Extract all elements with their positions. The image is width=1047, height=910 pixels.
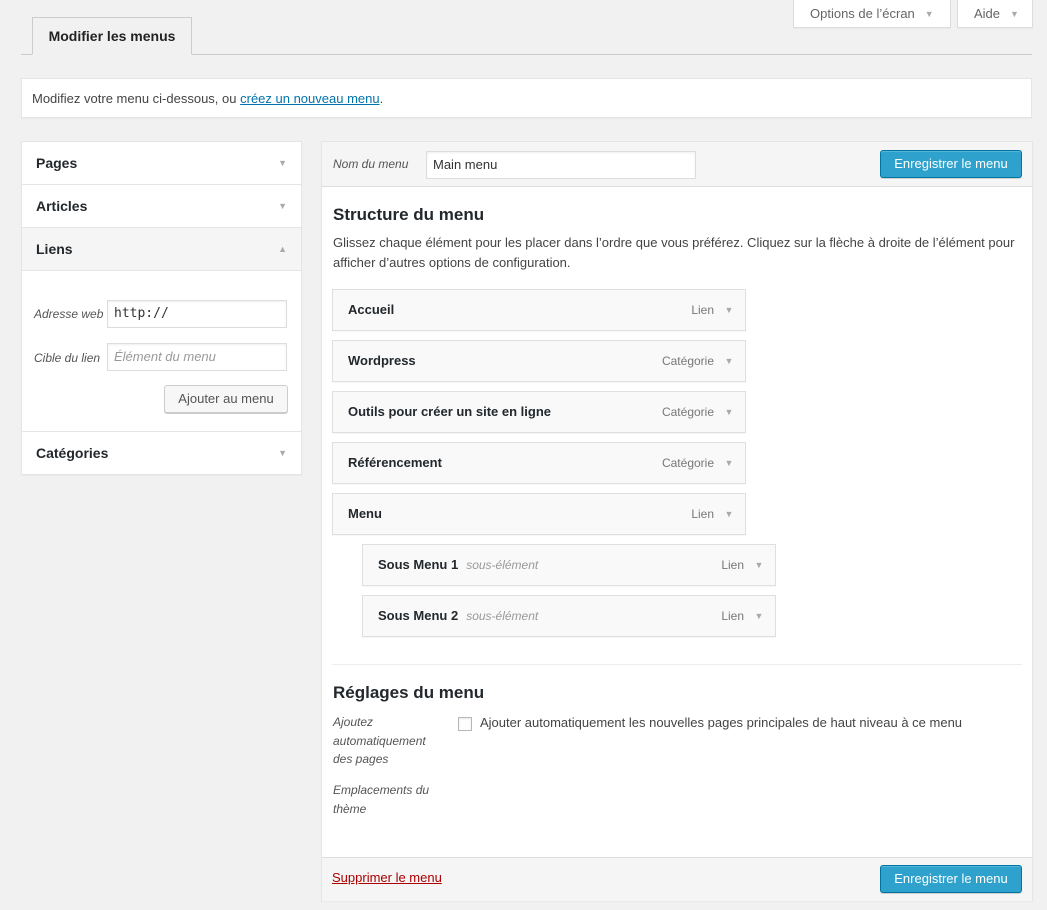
notice-end: . [379, 91, 384, 106]
menu-item[interactable]: Sous Menu 1 sous-élément Lien ▼ [362, 544, 776, 586]
menu-item-title: Wordpress [348, 341, 416, 381]
triangle-up-icon: ▲ [278, 244, 287, 254]
url-input[interactable]: http:// [107, 300, 287, 328]
menu-editor-panel: Nom du menu Main menu Enregistrer le men… [321, 141, 1033, 901]
help-button[interactable]: Aide ▼ [957, 0, 1033, 28]
auto-add-checkbox[interactable] [458, 717, 472, 731]
delete-menu-link[interactable]: Supprimer le menu [332, 870, 442, 885]
menu-item-type: Catégorie [661, 354, 714, 368]
menu-item[interactable]: Menu Lien ▼ [332, 493, 746, 535]
menu-item-title-text: Wordpress [348, 353, 416, 368]
triangle-down-icon: ▼ [278, 158, 287, 168]
accordion-categories[interactable]: Catégories ▼ [22, 432, 301, 475]
tab-label: Modifier les menus [48, 28, 176, 44]
menu-item[interactable]: Sous Menu 2 sous-élément Lien ▼ [362, 595, 776, 637]
menu-item-type: Lien [691, 507, 714, 521]
caret-down-icon: ▼ [1010, 9, 1019, 19]
link-text-input[interactable]: Élément du menu [107, 343, 287, 371]
accordion-pages-label: Pages [36, 155, 78, 171]
structure-title: Structure du menu [333, 205, 485, 224]
menu-item-type: Lien [721, 609, 744, 623]
menu-item-title-text: Sous Menu 2 [378, 608, 459, 623]
menu-item-title: Sous Menu 1 sous-élément [378, 545, 538, 585]
expand-arrow-icon[interactable]: ▼ [721, 290, 737, 330]
expand-arrow-icon[interactable]: ▼ [721, 341, 737, 381]
menu-item[interactable]: Référencement Catégorie ▼ [332, 442, 746, 484]
accordion-articles-label: Articles [36, 198, 88, 214]
menu-item-title: Sous Menu 2 sous-élément [378, 596, 538, 636]
tab-edit-menus[interactable]: Modifier les menus [32, 17, 192, 55]
notice-bar: Modifiez votre menu ci-dessous, ou créez… [21, 78, 1032, 118]
accordion-pages[interactable]: Pages ▼ [22, 142, 301, 185]
menu-item-type: Catégorie [661, 456, 714, 470]
auto-add-checkbox-label[interactable]: Ajouter automatiquement les nouvelles pa… [480, 713, 962, 733]
accordion-links[interactable]: Liens ▲ [22, 228, 301, 271]
menu-item-title-text: Sous Menu 1 [378, 557, 459, 572]
expand-arrow-icon[interactable]: ▼ [721, 443, 737, 483]
triangle-down-icon: ▼ [278, 201, 287, 211]
menu-item-type: Lien [721, 558, 744, 572]
url-label: Adresse web [34, 307, 104, 321]
expand-arrow-icon[interactable]: ▼ [721, 392, 737, 432]
link-target-label: Cible du lien [34, 351, 101, 365]
add-to-menu-button[interactable]: Ajouter au menu [164, 385, 288, 413]
menu-item-title: Référencement [348, 443, 442, 483]
menu-header: Nom du menu Main menu Enregistrer le men… [322, 142, 1032, 187]
menu-item-type: Catégorie [661, 405, 714, 419]
menu-item[interactable]: Wordpress Catégorie ▼ [332, 340, 746, 382]
sub-item-label: sous-élément [466, 558, 539, 572]
menu-item-type: Lien [691, 303, 714, 317]
theme-locations-label: Emplacements du thème [333, 783, 430, 816]
menu-item-title-text: Outils pour créer un site en ligne [348, 404, 551, 419]
menu-item[interactable]: Accueil Lien ▼ [332, 289, 746, 331]
help-label: Aide [974, 6, 1001, 21]
save-menu-button-bottom[interactable]: Enregistrer le menu [880, 865, 1022, 893]
save-menu-button-top[interactable]: Enregistrer le menu [880, 150, 1022, 178]
menu-item-title: Menu [348, 494, 382, 534]
accordion-categories-label: Catégories [36, 445, 109, 461]
sub-item-label: sous-élément [466, 609, 539, 623]
menu-item-title: Accueil [348, 290, 394, 330]
menu-item-title-text: Accueil [348, 302, 395, 317]
menu-footer: Supprimer le menu Enregistrer le menu [322, 857, 1032, 901]
menu-name-input[interactable]: Main menu [426, 151, 696, 179]
screen-options-button[interactable]: Options de l’écran ▼ [793, 0, 951, 28]
expand-arrow-icon[interactable]: ▼ [751, 545, 767, 585]
triangle-down-icon: ▼ [278, 448, 287, 458]
accordion-articles[interactable]: Articles ▼ [22, 185, 301, 228]
notice-text: Modifiez votre menu ci-dessous, ou [32, 91, 241, 106]
links-panel: Adresse web http:// Cible du lien Élémen… [22, 271, 301, 432]
menu-item[interactable]: Outils pour créer un site en ligne Catégo… [332, 391, 746, 433]
menu-item-title: Outils pour créer un site en ligne [348, 392, 551, 432]
settings-title: Réglages du menu [333, 683, 485, 702]
auto-add-label: Ajoutez automatiquement des pages [333, 715, 426, 766]
screen-options-label: Options de l’écran [810, 6, 915, 21]
section-divider [332, 664, 1022, 665]
menu-item-title-text: Menu [348, 506, 382, 521]
structure-description: Glissez chaque élément pour les placer d… [333, 235, 1015, 270]
expand-arrow-icon[interactable]: ▼ [721, 494, 737, 534]
menu-name-label: Nom du menu [333, 157, 409, 171]
caret-down-icon: ▼ [924, 9, 934, 19]
create-new-menu-link[interactable]: créez un nouveau menu [240, 91, 379, 106]
menu-item-title-text: Référencement [348, 455, 442, 470]
expand-arrow-icon[interactable]: ▼ [751, 596, 767, 636]
accordion-links-label: Liens [36, 241, 73, 257]
add-items-accordion: Pages ▼ Articles ▼ Liens ▲ Adresse web h… [21, 141, 302, 475]
